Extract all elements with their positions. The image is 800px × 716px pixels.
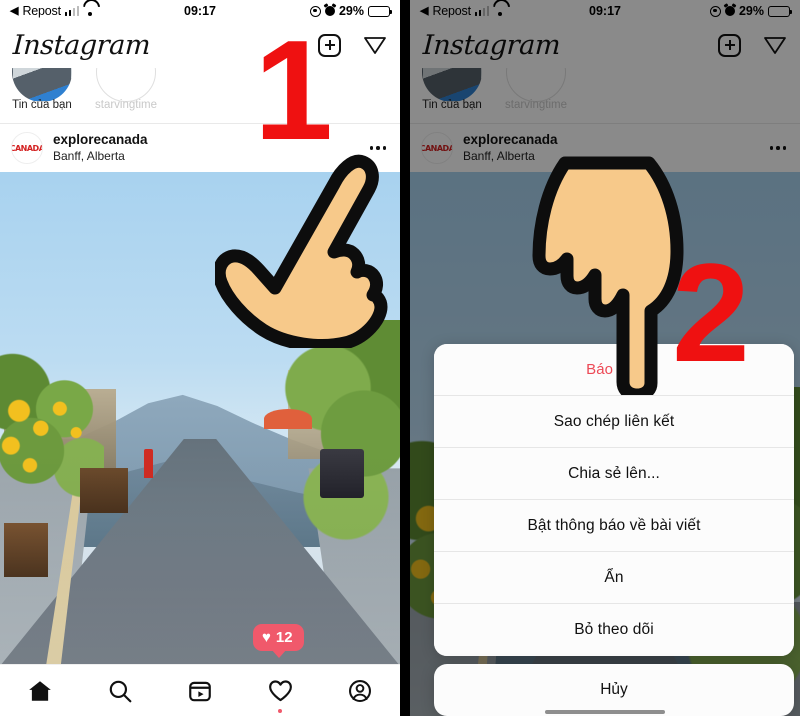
instagram-logo: Instagram [12, 29, 151, 61]
story-item-1[interactable]: starvingtime [94, 68, 158, 123]
step-number-1: 1 [254, 11, 333, 170]
screenshot-root: ◀ Repost 09:17 29% Instagram Tin của bạn… [0, 0, 800, 716]
action-sheet: Báo cáo Sao chép liên kết Chia sẻ lên...… [434, 344, 794, 716]
signal-bars-icon [64, 6, 80, 16]
home-indicator-bar [545, 710, 665, 714]
heart-icon: ♥ [262, 629, 271, 646]
battery-icon [368, 5, 392, 17]
search-icon [109, 680, 132, 702]
sheet-item-unfollow[interactable]: Bỏ theo dõi [434, 604, 794, 656]
step-number-2: 2 [672, 234, 750, 391]
sheet-cancel-button[interactable]: Hủy [434, 664, 794, 716]
home-icon [29, 680, 51, 701]
sheet-item-share-to[interactable]: Chia sẻ lên... [434, 448, 794, 500]
nav-search[interactable] [96, 674, 144, 708]
status-bar-left: ◀ Repost [10, 4, 96, 18]
sheet-item-hide[interactable]: Ẩn [434, 552, 794, 604]
story-item-0[interactable]: Tin của bạn [10, 68, 74, 123]
nav-activity[interactable] [256, 674, 304, 713]
like-count-label: 12 [275, 629, 293, 646]
photo-shading [0, 172, 400, 666]
story-label: Tin của bạn [12, 99, 72, 111]
sheet-item-copy-link[interactable]: Sao chép liên kết [434, 396, 794, 448]
wifi-icon [83, 6, 96, 16]
bottom-navigation[interactable] [0, 664, 400, 716]
avatar[interactable]: CANADA [11, 132, 43, 164]
source-app-label: Repost [22, 4, 61, 18]
story-avatar [96, 68, 156, 102]
activity-heart-icon [268, 680, 292, 702]
story-avatar [12, 68, 72, 102]
story-label: starvingtime [95, 99, 157, 111]
back-arrow-icon[interactable]: ◀ [10, 5, 18, 17]
instagram-header: Instagram [0, 22, 400, 68]
activity-badge-dot [278, 708, 282, 713]
avatar-label: CANADA [11, 143, 43, 153]
stories-tray[interactable]: Tin của bạn starvingtime [0, 68, 400, 124]
post-username[interactable]: explorecanada [53, 132, 148, 149]
sheet-item-turn-on-post-notifications[interactable]: Bật thông báo về bài viết [434, 500, 794, 552]
post-location[interactable]: Banff, Alberta [53, 149, 148, 164]
more-options-dots-icon[interactable] [369, 146, 390, 150]
phone-screen-step-1: ◀ Repost 09:17 29% Instagram Tin của bạn… [0, 0, 400, 716]
nav-home[interactable] [16, 674, 64, 708]
post-header: CANADA explorecanada Banff, Alberta [0, 124, 400, 172]
battery-percent-label: 29% [338, 4, 364, 18]
like-count-badge: ♥ 12 [253, 624, 304, 658]
nav-reels[interactable] [176, 674, 224, 708]
post-meta: explorecanada Banff, Alberta [53, 132, 148, 164]
post-photo[interactable] [0, 172, 400, 666]
panel-divider [400, 0, 410, 716]
nav-profile[interactable] [336, 674, 384, 708]
reels-icon [189, 681, 211, 701]
profile-icon [349, 679, 371, 702]
send-paper-plane-icon[interactable] [363, 33, 387, 57]
status-bar: ◀ Repost 09:17 29% [0, 0, 400, 22]
